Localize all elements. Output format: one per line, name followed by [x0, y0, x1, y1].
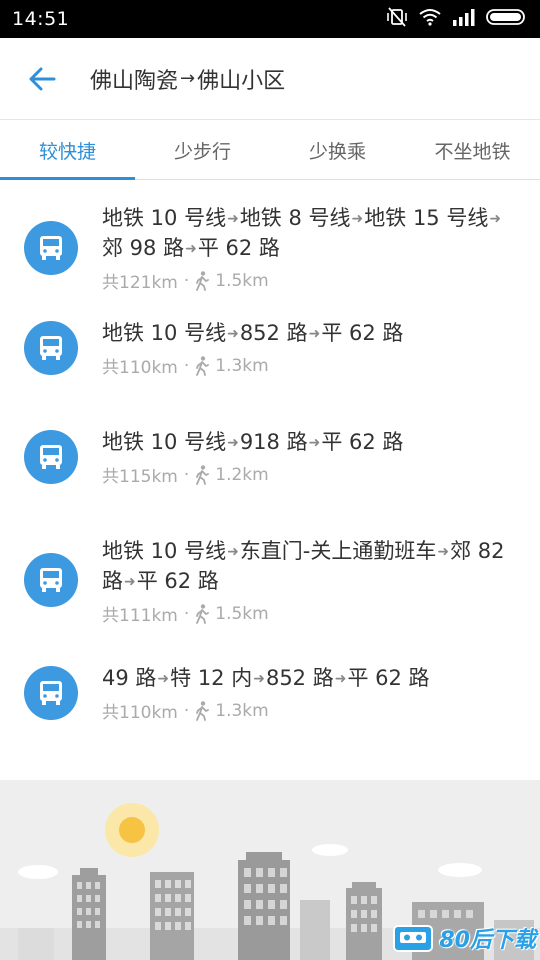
- route-segment: 郊 98 路: [102, 236, 185, 260]
- bus-icon: [24, 666, 78, 720]
- total-distance: 共111km: [102, 606, 178, 626]
- walking-icon: [196, 700, 210, 721]
- route-segment: 852 路: [239, 321, 308, 345]
- tab-no-subway[interactable]: 不坐地铁: [405, 121, 540, 179]
- route-segment: 地铁 10 号线: [102, 321, 227, 345]
- route-list: 地铁 10 号线➜地铁 8 号线➜地铁 15 号线➜郊 98 路➜平 62 路 …: [0, 180, 540, 749]
- route-segment: 平 62 路: [197, 236, 280, 260]
- transfer-arrow-icon: ➜: [308, 326, 321, 342]
- signal-icon: [452, 8, 476, 30]
- page-title: 佛山陶瓷 → 佛山小区: [90, 63, 285, 95]
- route-item[interactable]: 地铁 10 号线➜918 路➜平 62 路 共115km · 1.2km: [0, 398, 540, 507]
- walk-distance: 1.5km: [215, 270, 269, 291]
- transfer-arrow-icon: ➜: [253, 671, 265, 687]
- tab-fastest[interactable]: 较快捷: [0, 121, 135, 180]
- city-illustration: 80后下载: [0, 780, 540, 960]
- meta-dot: ·: [183, 355, 190, 376]
- total-distance: 共110km: [102, 358, 178, 378]
- walking-icon: [196, 464, 210, 485]
- meta-dot: ·: [183, 270, 190, 291]
- route-segment: 平 62 路: [321, 430, 404, 454]
- route-segment: 地铁 10 号线: [102, 206, 227, 230]
- walk-distance: 1.2km: [215, 464, 269, 485]
- watermark-text: 80后下载: [439, 928, 536, 953]
- route-meta: 共110km · 1.3km: [102, 698, 520, 724]
- cassette-logo-icon: [393, 925, 434, 952]
- transfer-arrow-icon: ➜: [351, 211, 364, 227]
- route-segment: 平 62 路: [136, 569, 219, 593]
- bus-icon: [24, 430, 78, 484]
- route-segment: 918 路: [239, 430, 308, 454]
- route-segment: 852 路: [265, 666, 334, 690]
- meta-dot: ·: [183, 700, 190, 721]
- route-meta: 共110km · 1.3km: [102, 353, 520, 379]
- transfer-arrow-icon: ➜: [157, 671, 170, 687]
- vibrate-off-icon: [386, 7, 408, 31]
- destination-label: 佛山小区: [197, 68, 286, 94]
- route-segment: 49 路: [102, 666, 157, 690]
- meta-dot: ·: [183, 603, 190, 624]
- watermark: 80后下载: [393, 922, 536, 954]
- walk-distance: 1.3km: [215, 700, 269, 721]
- bus-icon: [24, 321, 78, 375]
- route-lines: 地铁 10 号线➜地铁 8 号线➜地铁 15 号线➜郊 98 路➜平 62 路: [102, 204, 520, 264]
- bus-icon: [24, 553, 78, 607]
- transfer-arrow-icon: ➜: [227, 435, 239, 451]
- route-meta: 共121km · 1.5km: [102, 268, 520, 294]
- origin-label: 佛山陶瓷: [90, 68, 179, 94]
- walking-icon: [196, 355, 210, 376]
- route-item[interactable]: 地铁 10 号线➜地铁 8 号线➜地铁 15 号线➜郊 98 路➜平 62 路 …: [0, 180, 540, 293]
- route-segment: 东直门-关上通勤班车: [239, 539, 437, 563]
- status-bar: 14:51: [0, 0, 540, 38]
- route-arrow: →: [180, 68, 196, 89]
- bus-icon: [24, 221, 78, 275]
- route-preference-tabs: 较快捷 少步行 少换乘 不坐地铁: [0, 121, 540, 180]
- route-segment: 地铁 8 号线: [239, 206, 351, 230]
- walk-distance: 1.5km: [215, 603, 269, 624]
- transfer-arrow-icon: ➜: [489, 211, 502, 227]
- app-bar: 佛山陶瓷 → 佛山小区: [0, 38, 540, 120]
- route-lines: 地铁 10 号线➜852 路➜平 62 路: [102, 319, 520, 349]
- route-meta: 共115km · 1.2km: [102, 462, 520, 488]
- transfer-arrow-icon: ➜: [185, 241, 197, 257]
- route-segment: 地铁 10 号线: [102, 430, 227, 454]
- status-time: 14:51: [12, 8, 70, 30]
- transfer-arrow-icon: ➜: [334, 671, 347, 687]
- route-item[interactable]: 地铁 10 号线➜852 路➜平 62 路 共110km · 1.3km: [0, 289, 540, 398]
- route-segment: 平 62 路: [347, 666, 430, 690]
- route-lines: 地铁 10 号线➜东直门-关上通勤班车➜郊 82 路➜平 62 路: [102, 537, 520, 597]
- back-arrow-icon: [29, 67, 56, 90]
- route-segment: 地铁 10 号线: [102, 539, 227, 563]
- route-segment: 地铁 15 号线: [364, 206, 489, 230]
- tab-fewer-transfers[interactable]: 少换乘: [270, 121, 405, 179]
- transfer-arrow-icon: ➜: [124, 574, 136, 590]
- meta-dot: ·: [183, 464, 190, 485]
- route-meta: 共111km · 1.5km: [102, 601, 520, 627]
- walking-icon: [196, 603, 210, 624]
- transfer-arrow-icon: ➜: [308, 435, 321, 451]
- tab-less-walking[interactable]: 少步行: [135, 121, 270, 179]
- route-segment: 特 12 内: [170, 666, 253, 690]
- transfer-arrow-icon: ➜: [227, 326, 239, 342]
- back-button[interactable]: [0, 38, 84, 120]
- route-item[interactable]: 49 路➜特 12 内➜852 路➜平 62 路 共110km · 1.3km: [0, 644, 540, 749]
- battery-icon: [486, 8, 528, 30]
- route-segment: 平 62 路: [321, 321, 404, 345]
- transfer-arrow-icon: ➜: [437, 544, 450, 560]
- route-lines: 49 路➜特 12 内➜852 路➜平 62 路: [102, 664, 520, 694]
- route-lines: 地铁 10 号线➜918 路➜平 62 路: [102, 428, 520, 458]
- total-distance: 共121km: [102, 273, 178, 293]
- total-distance: 共110km: [102, 703, 178, 723]
- route-item[interactable]: 地铁 10 号线➜东直门-关上通勤班车➜郊 82 路➜平 62 路 共111km…: [0, 507, 540, 644]
- walk-distance: 1.3km: [215, 355, 269, 376]
- total-distance: 共115km: [102, 467, 178, 487]
- transfer-arrow-icon: ➜: [227, 544, 239, 560]
- wifi-icon: [418, 8, 442, 30]
- walking-icon: [196, 270, 210, 291]
- transfer-arrow-icon: ➜: [227, 211, 239, 227]
